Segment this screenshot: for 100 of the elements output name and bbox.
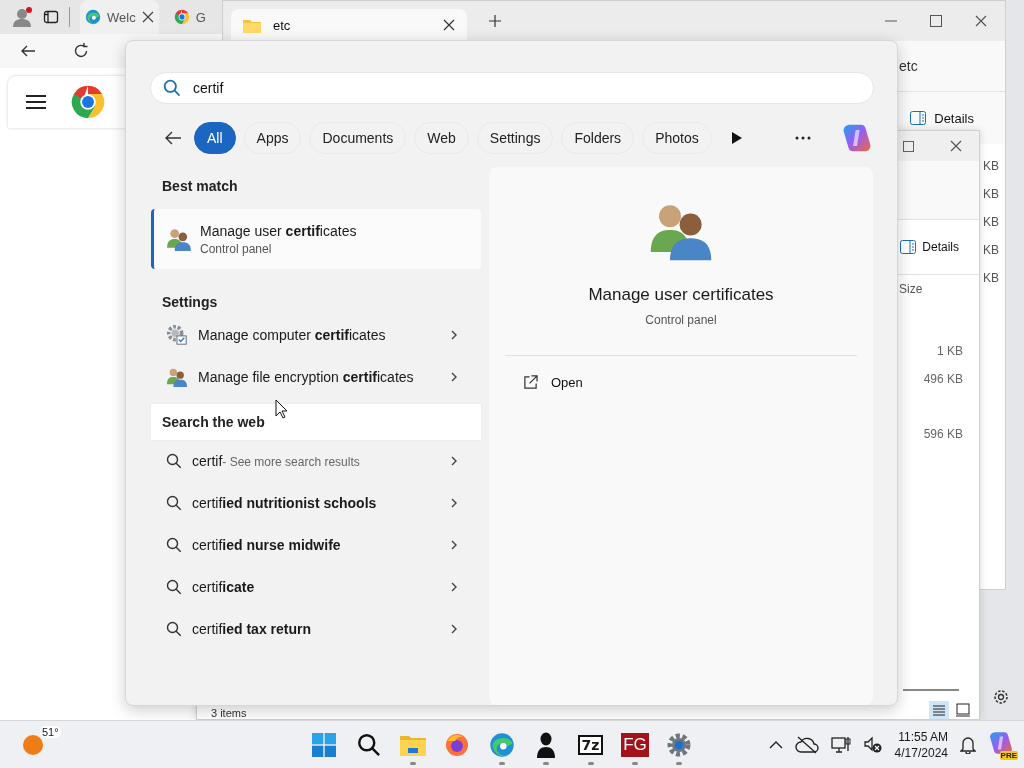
menu-icon[interactable] bbox=[26, 94, 46, 110]
search-icon bbox=[166, 621, 182, 637]
web-search-result[interactable]: certified tax return bbox=[151, 608, 481, 650]
weather-temperature[interactable]: 51° bbox=[40, 725, 61, 738]
file-size: KB bbox=[983, 158, 999, 175]
folder-icon bbox=[243, 17, 261, 33]
scrollbar[interactable] bbox=[903, 689, 959, 691]
status-text: 3 items bbox=[211, 707, 247, 719]
close-icon[interactable] bbox=[975, 15, 987, 27]
chevron-right-icon bbox=[449, 371, 459, 383]
chevron-right-icon bbox=[449, 623, 459, 635]
clock-time[interactable]: 11:55 AM bbox=[898, 728, 948, 745]
column-header[interactable]: Size bbox=[899, 282, 923, 296]
web-search-result[interactable]: certified nurse midwife bbox=[151, 524, 481, 566]
mouse-cursor-icon bbox=[275, 399, 289, 419]
start-icon[interactable] bbox=[312, 732, 337, 757]
tab-actions-icon[interactable] bbox=[43, 9, 59, 25]
open-action[interactable]: Open bbox=[517, 374, 589, 391]
back-arrow-icon[interactable] bbox=[164, 130, 182, 146]
maximize-icon[interactable] bbox=[930, 15, 942, 27]
sun-icon[interactable] bbox=[22, 733, 44, 756]
settings-icon[interactable] bbox=[666, 731, 693, 758]
close-icon[interactable] bbox=[950, 140, 962, 152]
search-icon bbox=[166, 537, 182, 553]
tiles-view-icon[interactable] bbox=[953, 701, 973, 719]
preview-subtitle: Control panel bbox=[645, 313, 717, 327]
section-heading: Best match bbox=[161, 177, 239, 196]
person-icon[interactable] bbox=[536, 731, 557, 758]
users-icon bbox=[166, 366, 188, 388]
details-pane-icon bbox=[900, 240, 917, 254]
chevron-right-icon bbox=[449, 539, 459, 551]
settings-result[interactable]: Manage file encryption certificates bbox=[151, 356, 481, 398]
filter-tab[interactable]: Folders bbox=[561, 122, 635, 154]
search-icon[interactable] bbox=[356, 732, 381, 757]
search-icon bbox=[163, 79, 181, 97]
search-icon bbox=[166, 453, 182, 469]
browser-logo-icon bbox=[70, 84, 106, 120]
web-search-result[interactable]: certificate bbox=[151, 566, 481, 608]
filter-tab[interactable]: Settings bbox=[476, 122, 554, 154]
filter-tab[interactable]: Web bbox=[414, 122, 469, 154]
file-size: KB bbox=[983, 214, 999, 231]
file-size: KB bbox=[983, 186, 999, 203]
filter-tab[interactable]: Documents bbox=[309, 122, 407, 154]
close-icon[interactable] bbox=[443, 19, 455, 31]
open-external-icon bbox=[523, 375, 538, 390]
section-heading: Search the web bbox=[151, 404, 481, 440]
filter-tab[interactable]: Photos bbox=[642, 122, 712, 154]
settings-result[interactable]: Manage computer certificates bbox=[151, 314, 481, 356]
maximize-icon[interactable] bbox=[903, 140, 914, 152]
browser-tab[interactable]: G bbox=[168, 0, 211, 34]
result-title: Manage user certificates bbox=[200, 222, 357, 239]
taskbar-button[interactable]: FG bbox=[612, 722, 658, 767]
refresh-icon[interactable] bbox=[72, 42, 90, 60]
file-size: KB bbox=[983, 242, 999, 259]
settings-icon[interactable] bbox=[992, 688, 1010, 706]
volume-muted-icon[interactable] bbox=[862, 735, 883, 754]
colorful-logo-icon[interactable] bbox=[841, 122, 873, 154]
filter-tab[interactable]: Apps bbox=[243, 122, 302, 154]
details-pane-icon bbox=[910, 111, 927, 125]
list-view-icon[interactable] bbox=[929, 701, 949, 719]
preview-title: Manage user certificates bbox=[588, 285, 774, 305]
web-search-result[interactable]: certified nutritionist schools bbox=[151, 482, 481, 524]
play-icon[interactable] bbox=[731, 131, 743, 145]
section-heading: Settings bbox=[161, 293, 219, 312]
chevron-right-icon bbox=[449, 497, 459, 509]
file-size: 596 KB bbox=[923, 426, 963, 443]
browser-logo-icon bbox=[173, 9, 190, 25]
gear-check-icon bbox=[166, 324, 188, 346]
address-breadcrumb[interactable]: etc bbox=[899, 58, 918, 74]
search-icon bbox=[166, 495, 182, 511]
chevron-right-icon bbox=[449, 455, 459, 467]
cloud-off-icon[interactable] bbox=[794, 735, 819, 754]
archiver-app-icon[interactable]: 7z bbox=[577, 734, 604, 755]
file-size: 496 KB bbox=[923, 371, 963, 388]
web-search-result[interactable]: certif- See more search results bbox=[151, 440, 481, 482]
new-tab-icon[interactable] bbox=[489, 15, 501, 27]
fox-globe-icon[interactable] bbox=[445, 732, 470, 757]
browser-logo-icon bbox=[488, 731, 515, 758]
file-size: KB bbox=[983, 270, 999, 287]
network-icon[interactable] bbox=[830, 735, 851, 754]
search-field[interactable]: certif bbox=[150, 72, 874, 104]
more-options-icon[interactable] bbox=[795, 136, 811, 140]
result-subtitle: Control panel bbox=[200, 241, 273, 256]
close-icon[interactable] bbox=[141, 11, 154, 23]
folder-icon[interactable] bbox=[399, 733, 426, 756]
browser-logo-icon bbox=[85, 9, 101, 25]
app-icon[interactable]: FG bbox=[621, 732, 649, 757]
details-button[interactable]: Details bbox=[904, 109, 980, 127]
users-icon bbox=[166, 226, 192, 252]
browser-tab[interactable]: Welc bbox=[80, 0, 159, 34]
explorer-tab[interactable]: etc bbox=[231, 9, 467, 41]
details-button[interactable]: Details bbox=[894, 239, 965, 255]
bell-icon[interactable] bbox=[960, 735, 976, 754]
filter-tab[interactable]: All bbox=[194, 122, 236, 154]
chevron-up-icon[interactable] bbox=[768, 739, 783, 750]
clock-date[interactable]: 4/17/2024 bbox=[894, 744, 948, 761]
taskbar-button[interactable]: 7z bbox=[568, 722, 613, 767]
profile-icon[interactable] bbox=[11, 6, 33, 28]
file-size: 1 KB bbox=[937, 343, 963, 360]
best-match-result[interactable]: Manage user certificates Control panel bbox=[151, 209, 481, 269]
